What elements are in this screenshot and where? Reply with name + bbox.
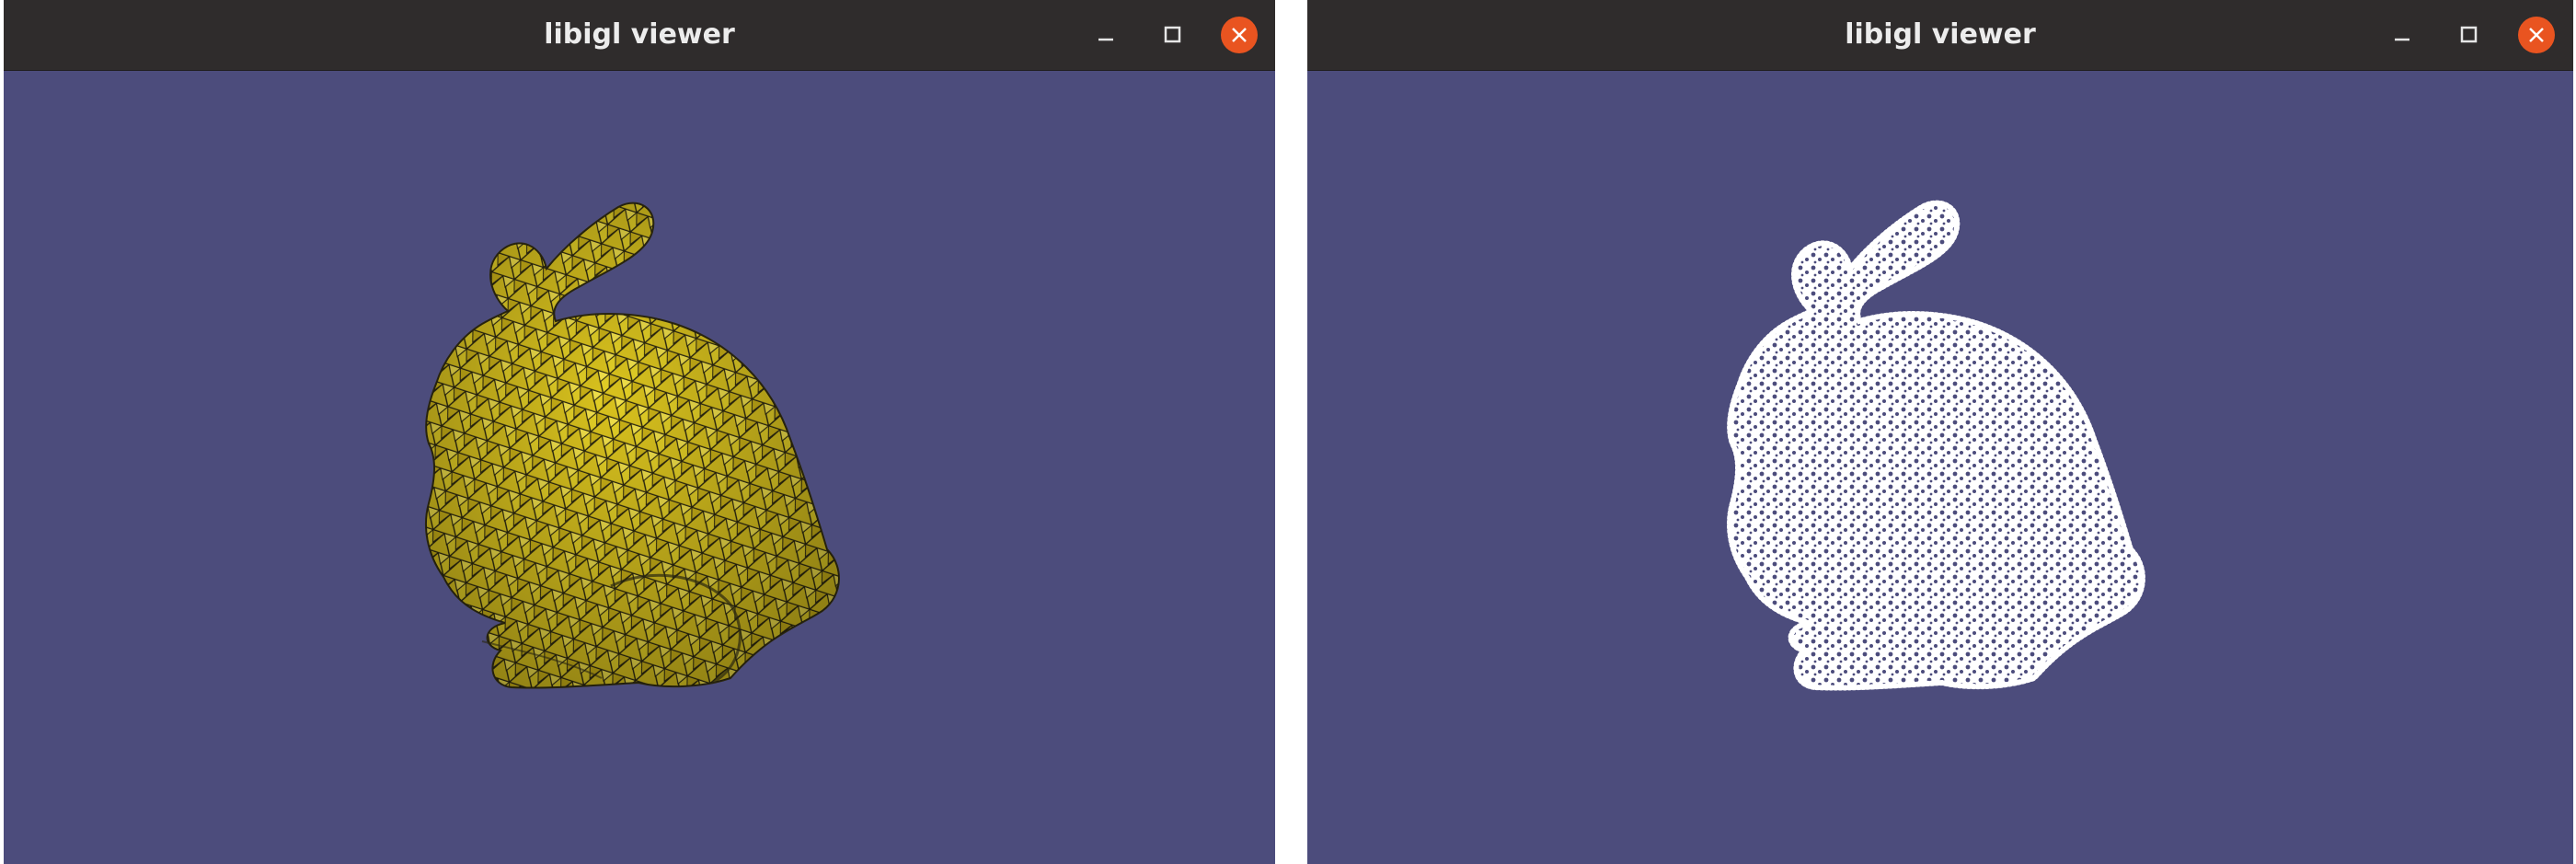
render-viewport[interactable] [1307, 71, 2573, 864]
bunny-point-cloud-render [1726, 200, 2145, 691]
bunny-points [1726, 200, 2145, 691]
close-icon [1232, 28, 1247, 42]
viewer-window-right: libigl viewer [1307, 0, 2573, 864]
minimize-icon [1098, 38, 1113, 41]
maximize-button[interactable] [1155, 17, 1191, 53]
close-button[interactable] [1221, 17, 1258, 53]
viewer-window-left: libigl viewer [4, 0, 1275, 864]
minimize-button[interactable] [2384, 17, 2421, 53]
maximize-icon [2460, 26, 2478, 43]
close-button[interactable] [2518, 17, 2555, 53]
maximize-button[interactable] [2451, 17, 2488, 53]
title-bar[interactable]: libigl viewer [1307, 0, 2573, 71]
close-icon [2529, 28, 2544, 42]
window-title: libigl viewer [544, 18, 735, 51]
minimize-icon [2395, 38, 2409, 41]
maximize-icon [1164, 26, 1181, 43]
bunny-wireframe [424, 202, 840, 689]
render-viewport[interactable] [4, 71, 1275, 864]
minimize-button[interactable] [1087, 17, 1124, 53]
title-bar[interactable]: libigl viewer [4, 0, 1275, 71]
bunny-mesh-render [424, 202, 840, 689]
